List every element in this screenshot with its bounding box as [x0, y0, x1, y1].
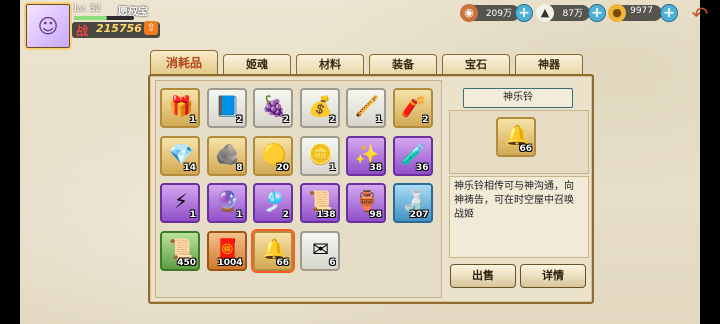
item-count: 2	[282, 210, 289, 220]
exp-bar	[74, 16, 134, 20]
inventory-slot[interactable]: ✨ 38	[346, 135, 386, 176]
item-count: 1	[189, 115, 196, 125]
tab-equipment[interactable]: 装备	[369, 54, 437, 75]
item-count: 14	[183, 162, 196, 173]
back-arrow-icon[interactable]: ↶	[686, 4, 714, 24]
item-count: 1	[236, 210, 243, 220]
item-count: 38	[369, 162, 382, 173]
tab-consumables[interactable]: 消耗品	[150, 50, 218, 76]
add-copper-button[interactable]: +	[515, 4, 533, 22]
item-count: 1	[329, 162, 336, 173]
gold-value: 9977	[630, 6, 653, 16]
rice-ball-icon: ▲	[536, 4, 554, 22]
gold-ingot-icon: ●	[608, 4, 626, 22]
inventory-slot[interactable]: 🎁 1	[160, 88, 200, 128]
tab-artifacts[interactable]: 神器	[515, 54, 583, 75]
inventory-slot[interactable]: 🍇 2	[253, 88, 293, 128]
sell-button[interactable]: 出售	[450, 264, 516, 288]
exp-fill	[74, 16, 107, 20]
inventory-slot[interactable]: 🔔 66	[253, 230, 293, 271]
power-up-icon[interactable]: ⇧	[144, 21, 158, 35]
item-count: 1004	[217, 257, 243, 268]
power-label: 战	[76, 24, 89, 38]
inventory-slot[interactable]: 🪨 8	[206, 135, 247, 176]
inventory-slot[interactable]: ⚡ 1	[160, 183, 200, 223]
tab-materials[interactable]: 材料	[296, 54, 364, 75]
inventory-slot[interactable]: 🔮 1	[206, 183, 247, 223]
item-count: 1	[189, 210, 196, 220]
item-count: 8	[236, 162, 243, 173]
item-count: 2	[422, 115, 429, 125]
item-count: 36	[415, 162, 429, 173]
player-avatar[interactable]: ☺	[24, 2, 72, 50]
detail-description: 神乐铃相传可与神沟通，向神祷告，可在时空屋中召唤战姬	[454, 181, 574, 220]
inventory-slot[interactable]: 📘 2	[206, 88, 247, 128]
inventory-slot[interactable]: 💰 2	[299, 88, 340, 128]
inventory-slot[interactable]: ✉ 6	[299, 230, 340, 271]
detail-item-count: 66	[519, 144, 532, 154]
inventory-slot[interactable]: 🧨 2	[392, 88, 433, 128]
right-letterbox	[700, 0, 720, 324]
tab-spirits[interactable]: 姬魂	[223, 54, 291, 75]
add-rice-button[interactable]: +	[588, 4, 606, 22]
item-count: 450	[177, 257, 196, 268]
item-count: 20	[276, 162, 289, 173]
inventory-slot[interactable]: 📜 450	[160, 230, 200, 271]
detail-item-name: 神乐铃	[463, 88, 573, 108]
inventory-slot[interactable]: 💎 14	[160, 135, 200, 176]
item-count: 2	[282, 115, 289, 125]
player-level: Lv. 32	[74, 4, 101, 14]
item-count: 6	[329, 257, 336, 268]
detail-item-slot: 🔔 66	[496, 117, 536, 157]
item-count: 207	[409, 210, 429, 220]
rice-value: 87万	[562, 9, 583, 19]
power-value: 215756	[96, 22, 142, 35]
inventory-slot[interactable]: 🟡 20	[253, 135, 293, 176]
copper-value: 209万	[485, 9, 512, 19]
tab-gems[interactable]: 宝石	[442, 54, 510, 75]
add-gold-button[interactable]: +	[660, 4, 678, 22]
inventory-slot[interactable]: 🧪 36	[392, 135, 433, 176]
inventory-slot[interactable]: 🧧 1004	[206, 230, 247, 271]
copper-coin-icon: ◉	[460, 4, 478, 22]
item-count: 2	[329, 115, 336, 125]
left-letterbox	[0, 0, 20, 324]
inventory-slot[interactable]: 🍶 207	[392, 183, 433, 223]
inventory-slot[interactable]: 📜 138	[299, 183, 340, 223]
inventory-slot[interactable]: 🪙 1	[299, 135, 340, 176]
inventory-slot[interactable]: 🏺 98	[346, 183, 386, 223]
item-count: 2	[236, 115, 243, 125]
details-button[interactable]: 详情	[520, 264, 586, 288]
item-count: 98	[369, 210, 382, 220]
item-count: 66	[276, 257, 289, 268]
inventory-slot[interactable]: 🪈 1	[346, 88, 386, 128]
item-count: 1	[375, 115, 382, 125]
item-count: 138	[316, 210, 336, 220]
inventory-slot[interactable]: 🎐 2	[253, 183, 293, 223]
